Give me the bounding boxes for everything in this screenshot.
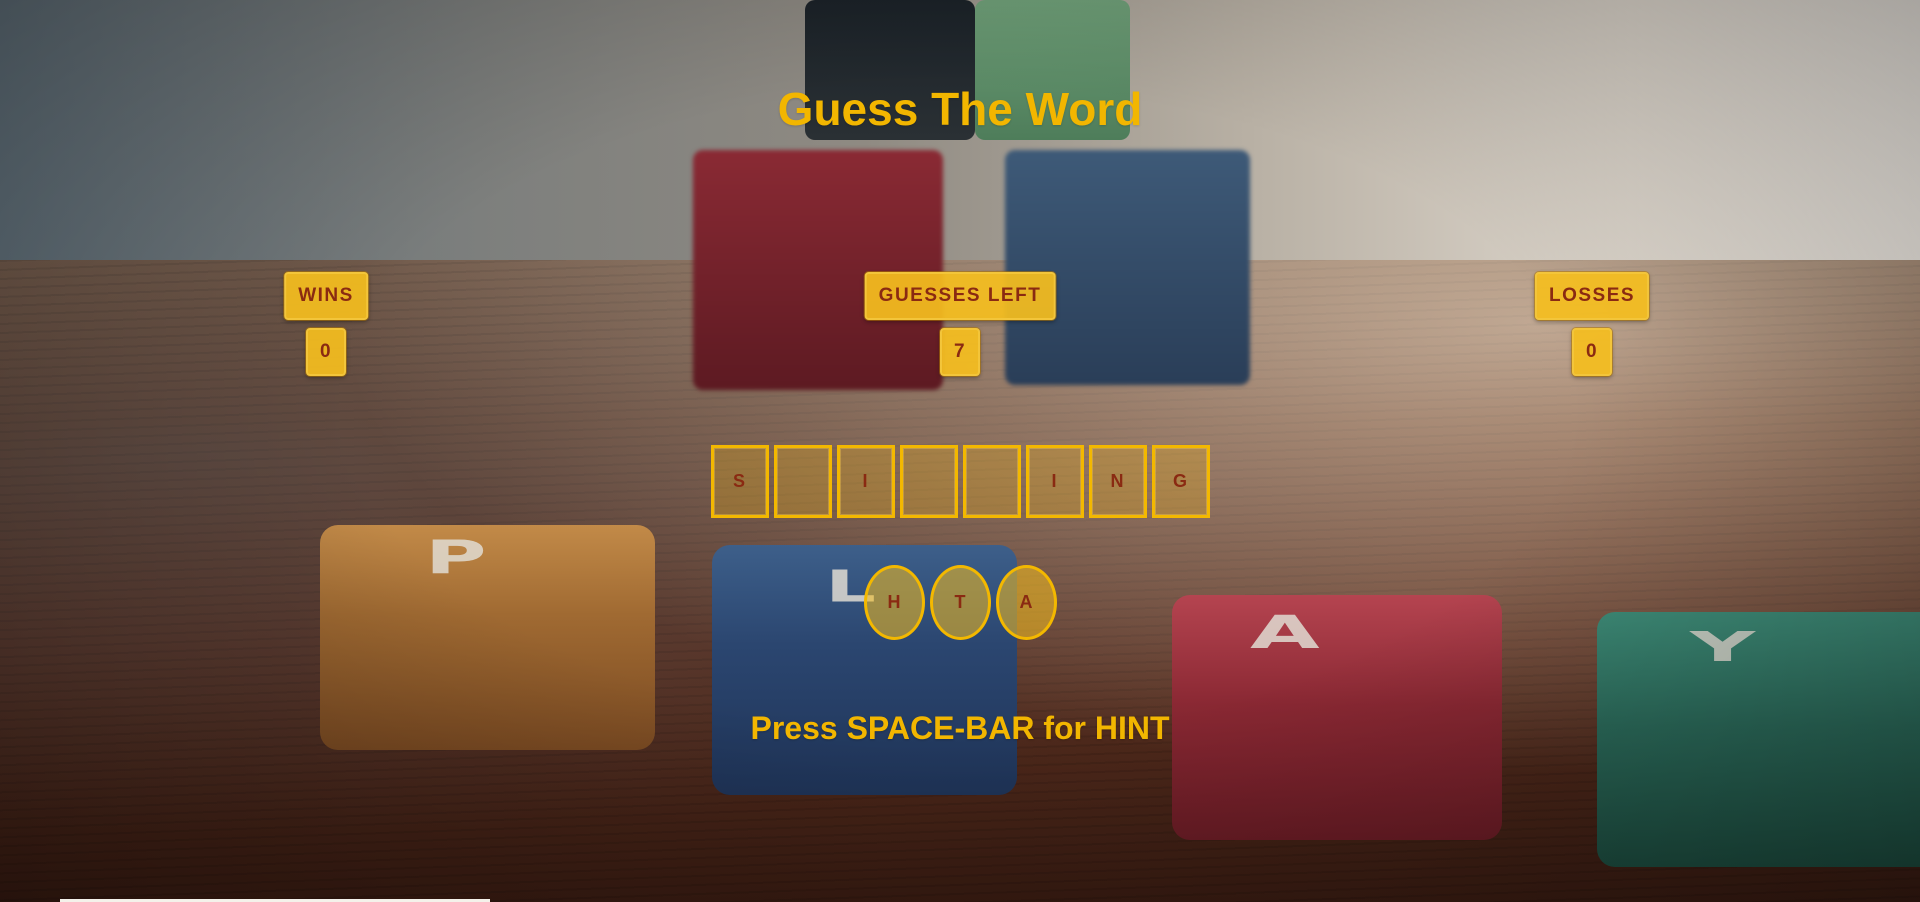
word-tiles: S I I N G [0,445,1920,518]
guessed-letter: H [863,565,925,640]
guessed-letters: H T A [0,565,1920,640]
guessed-letter: A [995,565,1057,640]
hint-instruction: Press SPACE-BAR for HINT [750,710,1170,746]
wins-label: WINS [284,272,368,320]
word-tile [773,445,832,518]
word-tile [962,445,1021,518]
guesses-left-value: 7 [940,328,980,376]
losses-value: 0 [1572,328,1612,376]
word-tile: N [1088,445,1147,518]
losses-label: LOSSES [1534,272,1650,320]
guessed-letter: T [929,565,991,640]
game-title: Guess The Word [777,83,1143,135]
wins-value: 0 [306,328,346,376]
word-tile: I [1025,445,1084,518]
word-tile: I [836,445,895,518]
word-tile: G [1151,445,1210,518]
word-tile [899,445,958,518]
word-tile: S [710,445,769,518]
guesses-left-label: GUESSES LEFT [864,272,1056,320]
